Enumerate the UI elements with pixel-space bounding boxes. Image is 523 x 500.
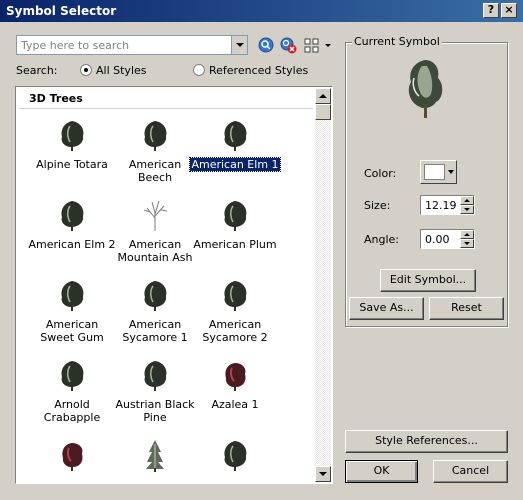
symbol-item[interactable]: Azalea 1 xyxy=(190,358,280,411)
symbol-item[interactable]: American Mountain Ash xyxy=(110,198,200,264)
symbol-item[interactable]: Arnold Crabapple xyxy=(27,358,117,424)
color-swatch xyxy=(424,164,445,180)
symbol-item-label: American Plum xyxy=(193,238,277,251)
symbol-item[interactable]: American Sycamore 1 xyxy=(110,278,200,344)
tree-icon xyxy=(110,278,200,312)
search-scope-label: Search: xyxy=(16,64,58,77)
radio-circle-referenced-styles[interactable] xyxy=(193,64,205,76)
scroll-down-button[interactable] xyxy=(315,466,331,482)
symbol-item[interactable]: Austrian Black Pine xyxy=(110,358,200,424)
symbol-item[interactable]: American Beech xyxy=(110,118,200,184)
tree-icon xyxy=(110,358,200,392)
search-dropdown-arrow[interactable] xyxy=(231,36,247,54)
size-value: 12.19 xyxy=(425,199,457,212)
size-label: Size: xyxy=(364,199,391,212)
shrub-icon xyxy=(27,438,117,472)
tree-icon xyxy=(27,358,117,392)
tree-icon xyxy=(190,438,280,472)
symbol-item[interactable]: American Sycamore 2 xyxy=(190,278,280,344)
color-picker[interactable] xyxy=(420,160,457,184)
symbol-item[interactable]: American Plum xyxy=(190,198,280,251)
scroll-thumb[interactable] xyxy=(315,104,331,120)
clear-search-icon[interactable] xyxy=(279,36,297,54)
reset-button[interactable]: Reset xyxy=(429,297,504,320)
symbol-item-label: Azalea 1 xyxy=(211,398,259,411)
angle-label: Angle: xyxy=(364,233,400,246)
symbol-item-label: American Elm 1 xyxy=(189,157,281,172)
bare-tree-icon xyxy=(110,198,200,232)
vertical-scrollbar[interactable] xyxy=(315,88,331,482)
tree-icon xyxy=(27,278,117,312)
radio-label-all-styles: All Styles xyxy=(96,64,147,77)
symbol-item-label: American Sweet Gum xyxy=(40,318,104,344)
radio-circle-all-styles[interactable] xyxy=(80,64,92,76)
symbol-item-label: American Sycamore 1 xyxy=(122,318,188,344)
tree-icon xyxy=(190,278,280,312)
ok-button[interactable]: OK xyxy=(345,460,418,483)
symbol-item[interactable]: American Sweet Gum xyxy=(27,278,117,344)
symbol-item-label: American Mountain Ash xyxy=(117,238,193,264)
current-symbol-title: Current Symbol xyxy=(352,35,442,48)
edit-symbol-button[interactable]: Edit Symbol... xyxy=(380,269,476,292)
angle-spinner[interactable]: 0.00 xyxy=(420,229,475,249)
view-options-icon[interactable] xyxy=(303,36,333,54)
size-decrement-button[interactable] xyxy=(460,205,474,214)
shrub-icon xyxy=(190,358,280,392)
tree-preview-icon xyxy=(408,60,443,118)
radio-label-referenced-styles: Referenced Styles xyxy=(209,64,309,77)
symbol-item-label: Austrian Black Pine xyxy=(115,398,195,424)
symbol-item[interactable]: Alpine Totara xyxy=(27,118,117,171)
angle-increment-button[interactable] xyxy=(460,230,474,239)
symbol-item[interactable] xyxy=(190,438,280,472)
symbol-item-label: American Beech xyxy=(128,158,182,184)
window-title: Symbol Selector xyxy=(6,4,117,18)
style-references-button[interactable]: Style References... xyxy=(345,430,508,453)
category-header: 3D Trees xyxy=(19,89,313,109)
tree-icon xyxy=(27,198,117,232)
help-button[interactable]: ? xyxy=(483,3,499,18)
symbol-item[interactable]: American Elm 2 xyxy=(27,198,117,251)
search-input[interactable] xyxy=(19,37,227,53)
color-dropdown-arrow xyxy=(448,170,454,174)
title-bar: Symbol Selector ? × xyxy=(0,0,523,22)
conifer-icon xyxy=(110,438,200,472)
symbol-item-label: American Sycamore 2 xyxy=(202,318,268,344)
symbol-list[interactable]: 3D Trees Alpine Totara American Beech Amer… xyxy=(15,86,333,484)
close-button[interactable]: × xyxy=(501,3,517,18)
tree-icon xyxy=(110,118,200,152)
symbol-list-viewport: 3D Trees Alpine Totara American Beech Amer… xyxy=(17,88,315,482)
search-combobox[interactable] xyxy=(16,35,248,55)
search-icon[interactable] xyxy=(257,36,275,54)
scroll-up-button[interactable] xyxy=(315,88,331,104)
size-increment-button[interactable] xyxy=(460,196,474,205)
radio-all-styles[interactable]: All Styles xyxy=(80,63,190,79)
angle-decrement-button[interactable] xyxy=(460,239,474,248)
angle-value: 0.00 xyxy=(425,233,450,246)
symbol-item-label: Alpine Totara xyxy=(36,158,108,171)
symbol-item[interactable] xyxy=(110,438,200,472)
color-label: Color: xyxy=(364,167,397,180)
symbol-item[interactable] xyxy=(27,438,117,472)
cancel-button[interactable]: Cancel xyxy=(433,460,508,483)
symbol-item-label: Arnold Crabapple xyxy=(43,398,101,424)
tree-icon xyxy=(27,118,117,152)
current-symbol-preview xyxy=(400,54,450,120)
radio-referenced-styles[interactable]: Referenced Styles xyxy=(193,63,333,79)
tree-icon xyxy=(190,118,280,152)
symbol-item[interactable]: American Elm 1 xyxy=(189,118,281,172)
save-as-button[interactable]: Save As... xyxy=(349,297,424,320)
tree-icon xyxy=(190,198,280,232)
size-spinner[interactable]: 12.19 xyxy=(420,195,475,215)
symbol-item-label: American Elm 2 xyxy=(28,238,116,251)
